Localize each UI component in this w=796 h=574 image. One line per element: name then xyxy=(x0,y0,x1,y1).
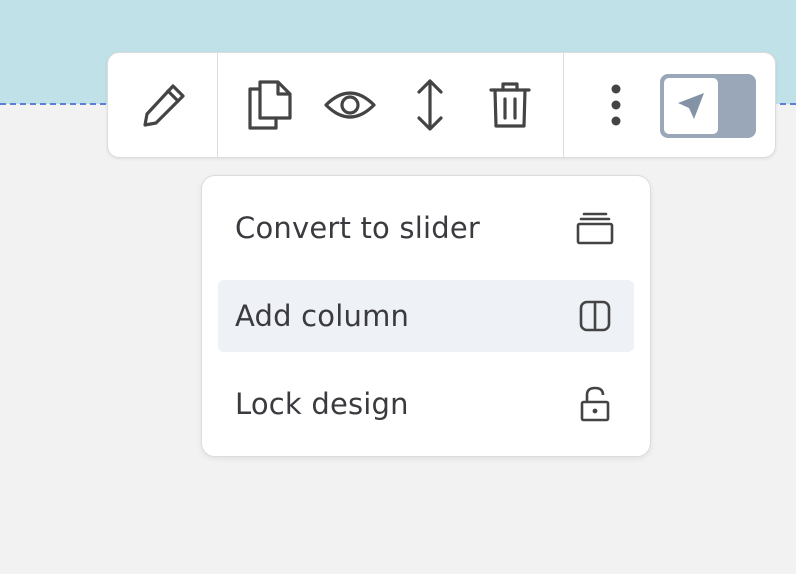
visibility-button[interactable] xyxy=(322,77,378,133)
trash-icon xyxy=(489,82,531,128)
delete-button[interactable] xyxy=(482,77,538,133)
toolbar-divider xyxy=(217,53,218,157)
menu-item-label: Convert to slider xyxy=(235,211,481,245)
toolbar-divider xyxy=(563,53,564,157)
toggle-knob xyxy=(664,78,718,134)
split-column-icon xyxy=(576,297,614,335)
eye-icon xyxy=(324,91,376,119)
layers-stack-icon xyxy=(576,209,614,247)
duplicate-button[interactable] xyxy=(242,77,298,133)
menu-item-lock-design[interactable]: Lock design xyxy=(218,368,634,440)
resize-vertical-icon xyxy=(417,79,443,131)
navigation-arrow-icon xyxy=(678,93,704,119)
block-toolbar xyxy=(107,52,776,158)
menu-item-label: Add column xyxy=(235,299,410,333)
pencil-icon xyxy=(143,84,185,127)
duplicate-icon xyxy=(248,80,292,130)
menu-item-convert-to-slider[interactable]: Convert to slider xyxy=(218,192,634,264)
unlock-icon xyxy=(576,385,614,423)
more-options-menu: Convert to slider Add column Lock design xyxy=(201,175,651,457)
menu-item-label: Lock design xyxy=(235,387,409,421)
page-canvas: Convert to slider Add column Lock design xyxy=(0,0,796,574)
menu-item-add-column[interactable]: Add column xyxy=(218,280,634,352)
resize-button[interactable] xyxy=(402,77,458,133)
more-options-button[interactable] xyxy=(588,77,644,133)
more-vertical-icon xyxy=(611,84,621,126)
navigation-toggle[interactable] xyxy=(660,74,756,138)
edit-button[interactable] xyxy=(136,77,192,133)
